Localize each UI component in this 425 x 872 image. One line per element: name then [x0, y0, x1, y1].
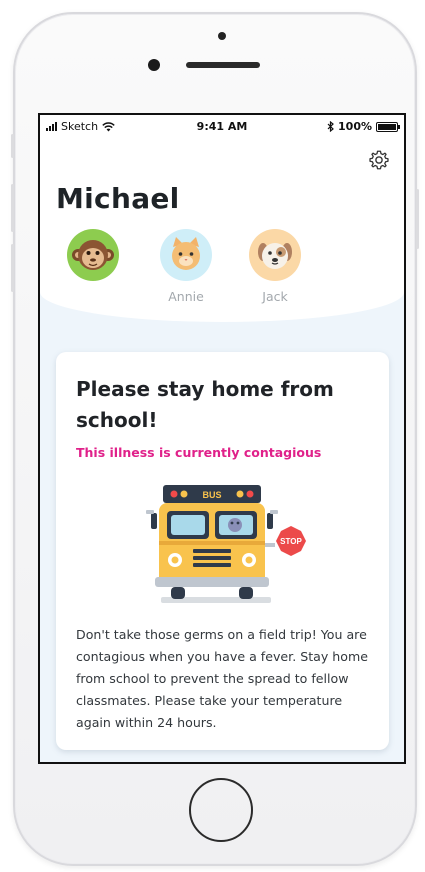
bus-sign-text: BUS: [202, 490, 221, 500]
app-screen: Sketch 9:41 AM 100% Michael Annie Jack P…: [38, 113, 406, 764]
status-bar: Sketch 9:41 AM 100%: [40, 115, 404, 137]
child-avatar-michael[interactable]: [67, 229, 119, 281]
child-avatar-annie[interactable]: [160, 229, 212, 281]
card-body: Don't take those germs on a field trip! …: [76, 627, 369, 730]
advice-card: Please stay home from school! This illne…: [56, 352, 389, 750]
volume-down-button: [11, 244, 14, 292]
battery-icon: [376, 121, 400, 132]
earpiece-speaker: [186, 62, 260, 68]
silent-switch: [11, 134, 14, 158]
front-camera: [148, 59, 160, 71]
volume-up-button: [11, 184, 14, 232]
card-title: Please stay home from school!: [76, 377, 334, 432]
profile-header: Michael Annie Jack: [40, 137, 404, 322]
home-button[interactable]: [189, 778, 253, 842]
gear-icon[interactable]: [368, 149, 390, 171]
proximity-sensor: [218, 32, 226, 40]
contagious-warning: This illness is currently contagious: [76, 445, 322, 460]
dog-icon: [258, 243, 292, 269]
child-label-annie[interactable]: Annie: [156, 289, 216, 304]
school-bus-illustration: BUS STOP: [146, 485, 306, 603]
monkey-icon: [72, 240, 114, 270]
profile-name: Michael: [56, 182, 180, 215]
stop-sign-text: STOP: [280, 537, 302, 546]
cat-icon: [172, 237, 200, 270]
battery-percent: 100%: [338, 120, 372, 133]
bluetooth-icon: [327, 121, 334, 132]
child-avatar-jack[interactable]: [249, 229, 301, 281]
power-button: [416, 189, 419, 249]
child-label-jack[interactable]: Jack: [245, 289, 305, 304]
